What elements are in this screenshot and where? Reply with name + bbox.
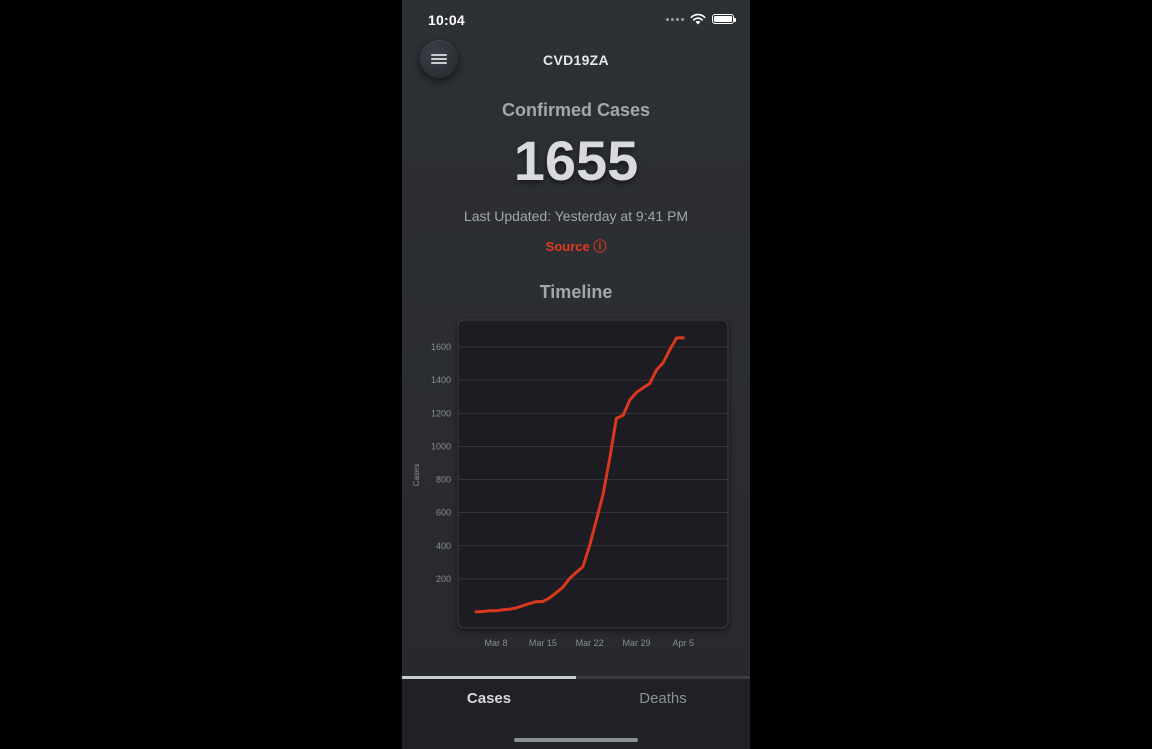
app-title: CVD19ZA (543, 52, 609, 68)
y-tick-label: 200 (436, 574, 451, 584)
y-tick-label: 800 (436, 475, 451, 485)
x-tick-label: Apr 5 (672, 638, 694, 648)
battery-icon (712, 14, 736, 24)
timeline-title: Timeline (539, 282, 613, 302)
status-bar: 10:04 (402, 0, 750, 40)
status-icons (666, 13, 736, 25)
y-tick-label: 600 (436, 508, 451, 518)
x-tick-label: Mar 29 (622, 638, 650, 648)
cellular-signal-icon (666, 17, 684, 21)
y-tick-label: 1000 (431, 441, 451, 451)
y-tick-label: 400 (436, 541, 451, 551)
x-tick-label: Mar 8 (485, 638, 508, 648)
x-tick-label: Mar 15 (529, 638, 557, 648)
timeline-chart: 200 400 600 800 1000 1200 1400 1600 Mar 8 Mar 15… (412, 319, 729, 648)
home-indicator (514, 738, 638, 742)
y-axis-label: Cases (412, 464, 421, 487)
tab-cases[interactable]: Cases (402, 690, 576, 707)
confirmed-cases-count: 1655 (513, 129, 639, 192)
confirmed-cases-title: Confirmed Cases (501, 100, 651, 120)
x-tick-label: Mar 22 (576, 638, 604, 648)
y-tick-label: 1400 (431, 375, 451, 385)
chart-plot-area (457, 319, 729, 629)
tab-active-indicator (402, 676, 576, 679)
status-time: 10:04 (428, 12, 465, 28)
y-tick-label: 1200 (431, 408, 451, 418)
wifi-icon (690, 13, 706, 25)
source-link[interactable]: Source ⓘ (402, 236, 750, 255)
last-updated-text: Last Updated: Yesterday at 9:41 PM (463, 208, 689, 224)
y-tick-label: 1600 (431, 342, 451, 352)
phone-screen: 10:04 CVD19ZA Confirmed Cases 1655 Last … (402, 0, 750, 749)
tab-deaths[interactable]: Deaths (576, 690, 750, 707)
